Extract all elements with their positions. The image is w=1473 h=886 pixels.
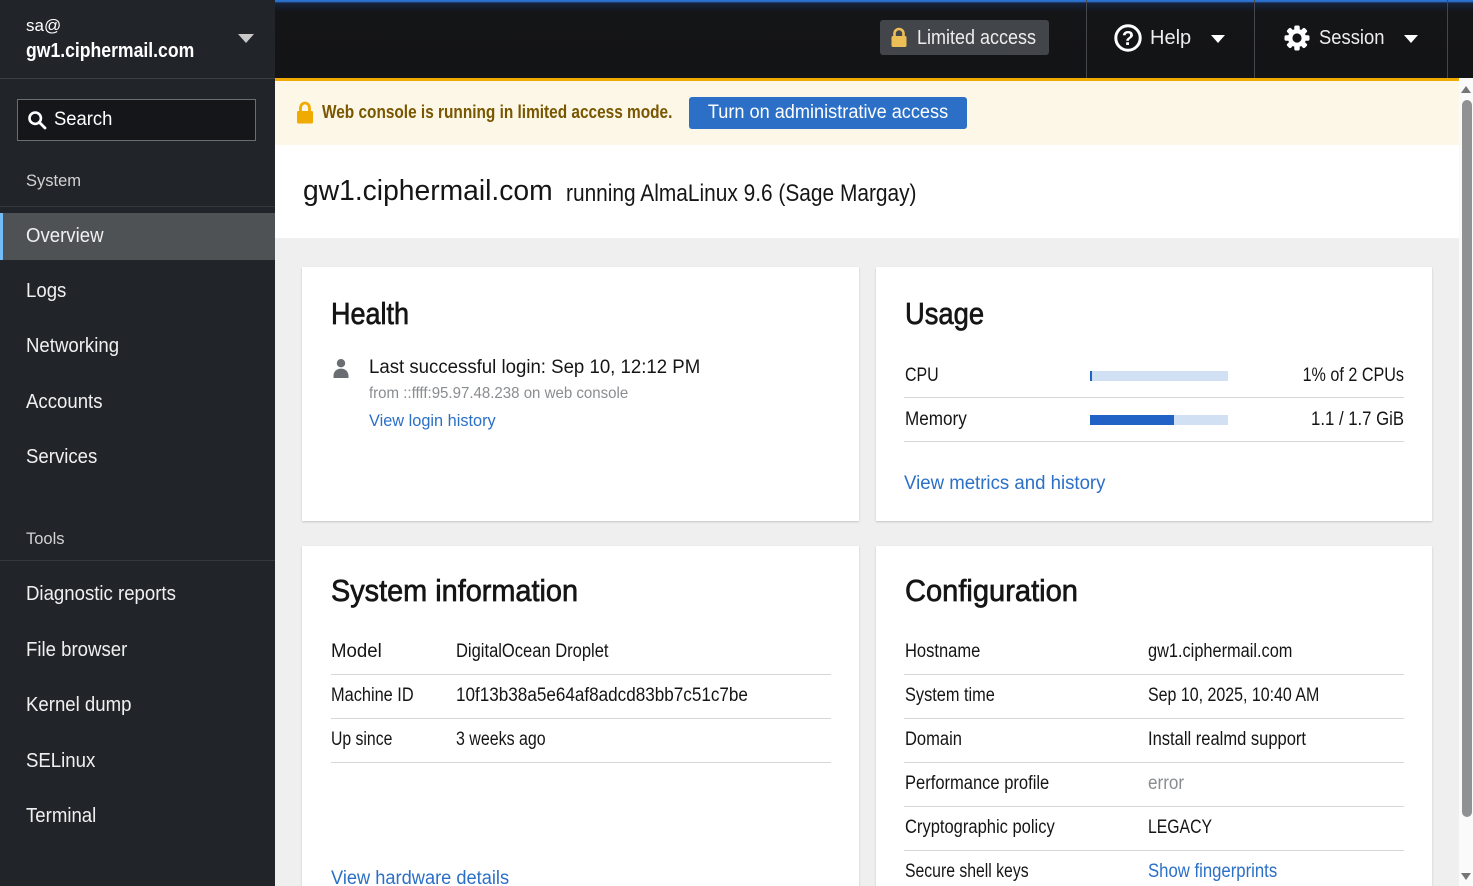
svg-text:?: ?: [1122, 28, 1134, 50]
